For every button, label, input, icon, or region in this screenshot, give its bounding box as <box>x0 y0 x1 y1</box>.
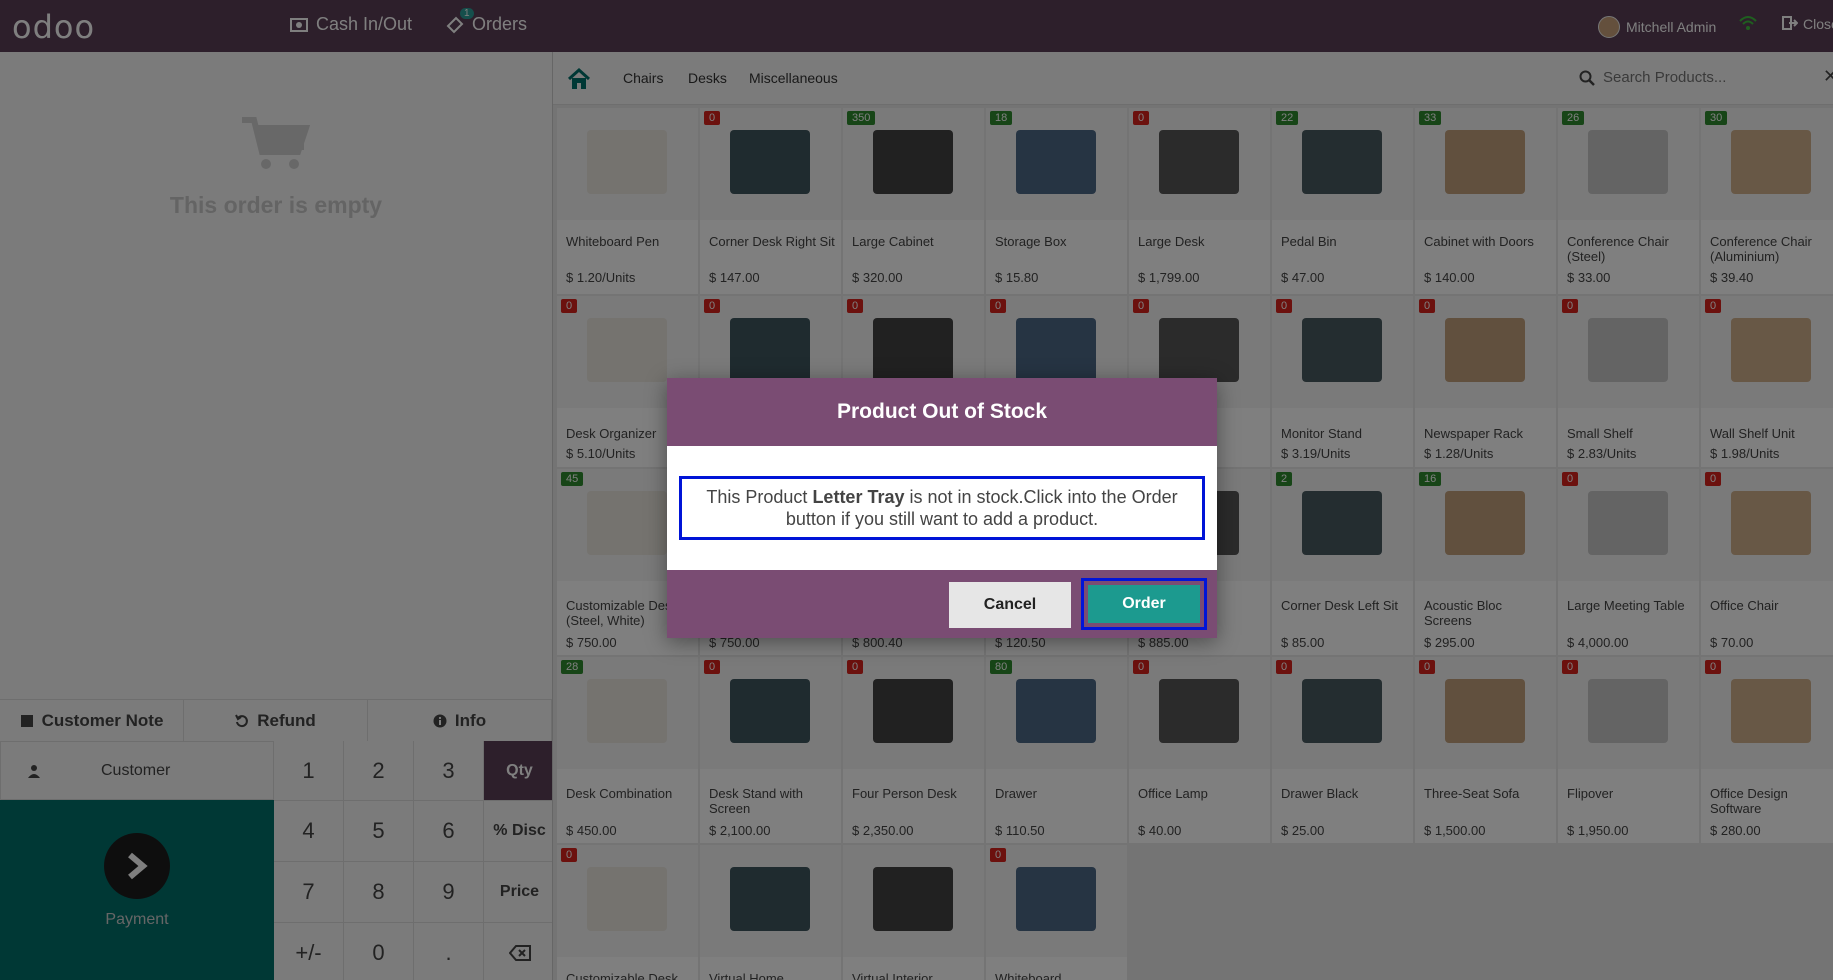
dialog-message: This Product Letter Tray is not in stock… <box>679 476 1205 540</box>
order-button-highlight: Order <box>1081 578 1207 630</box>
cancel-button[interactable]: Cancel <box>949 582 1071 628</box>
order-button[interactable]: Order <box>1088 585 1200 623</box>
dialog-title: Product Out of Stock <box>667 378 1217 446</box>
dialog-product-name: Letter Tray <box>812 487 905 507</box>
out-of-stock-dialog: Product Out of Stock This Product Letter… <box>667 378 1217 638</box>
dialog-message-prefix: This Product <box>706 487 813 507</box>
dialog-footer: Cancel Order <box>667 570 1217 638</box>
